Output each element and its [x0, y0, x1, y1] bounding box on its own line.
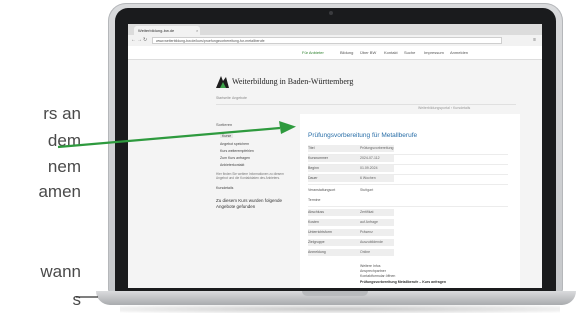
breadcrumb-item[interactable]: Angebote: [232, 96, 247, 100]
divider: [216, 104, 516, 105]
course-title: Prüfungsvorbereitung für Metallberufe: [308, 132, 418, 139]
text-fragment: s: [72, 290, 82, 309]
info-text: Weitere Infos: [360, 264, 381, 268]
sidebar-item[interactable]: Zum Kurs anfragen: [220, 156, 250, 160]
sidebar-heading: Sortieren: [216, 122, 233, 127]
breadcrumb-trail: Weiterbildungsportal › Kursdetails: [418, 106, 471, 110]
sidebar-item[interactable]: Kurse: [220, 134, 234, 138]
detail-row: Anmeldung Online: [308, 249, 508, 257]
detail-row: Kursnummer 2024-07-112: [308, 155, 508, 163]
detail-row: Beginn 01.09.2024: [308, 165, 508, 173]
site-logo-text[interactable]: Weiterbildung in Baden-Württemberg: [232, 77, 353, 86]
menu-icon[interactable]: ≡: [533, 37, 536, 43]
info-text: Ansprechpartner: [360, 269, 386, 273]
url-field[interactable]: www.weiterbildung-bw.de/kurs/pruefungsvo…: [152, 37, 502, 44]
text-fragment: rs an: [43, 104, 81, 123]
course-inquiry-link[interactable]: Prüfungsvorbereitung Metallberufe – Kurs…: [360, 280, 446, 284]
sidebar-item[interactable]: Kurs weiterempfehlen: [220, 149, 254, 153]
sidebar-section-title: Kursdetails: [216, 186, 234, 190]
camera-icon: [329, 11, 333, 15]
laptop-base-notch: [302, 291, 368, 296]
website: Für Anbieter Bildung Über BW Kontakt Suc…: [128, 46, 542, 288]
reload-icon[interactable]: ↻: [143, 37, 147, 43]
text-fragment: wann: [40, 262, 81, 281]
course-details-panel: Prüfungsvorbereitung für Metallberufe Ti…: [300, 114, 520, 288]
sidebar-subheading: Angebote gefunden: [216, 204, 256, 209]
nav-item[interactable]: Suche: [404, 50, 415, 55]
text-fragment: amen: [38, 182, 81, 201]
forward-icon[interactable]: →: [137, 37, 142, 43]
laptop-screen: Weiterbildung-bw.de × ← → ↻ www.weiterbi…: [128, 24, 542, 288]
sidebar-item[interactable]: Angebot speichern: [220, 142, 249, 146]
back-icon[interactable]: ←: [131, 37, 136, 43]
detail-row: Zielgruppe Auszubildende: [308, 239, 508, 247]
cropped-article-text: rs an dem nem amen wann s: [0, 0, 95, 331]
nav-item[interactable]: Über BW: [360, 50, 376, 55]
sidebar-note: Angebot und die Kontaktdaten des Anbiete…: [216, 176, 280, 180]
detail-row: Titel Prüfungsvorbereitung: [308, 145, 394, 152]
detail-row: Abschluss Zertifikat: [308, 209, 508, 217]
browser-tab-bar: Weiterbildung-bw.de ×: [128, 24, 542, 35]
close-tab-icon[interactable]: ×: [196, 28, 198, 33]
sidebar-subheading: Zu diesem Kurs wurden folgende: [216, 198, 283, 203]
sidebar: Sortieren Kurse Angebot speichern Kurs w…: [216, 114, 292, 284]
nav-item[interactable]: Für Anbieter: [302, 50, 324, 55]
nav-item[interactable]: Anmelden: [450, 50, 468, 55]
text-fragment: dem: [47, 131, 81, 150]
detail-row: Kosten auf Anfrage: [308, 219, 508, 227]
site-logo-icon[interactable]: [216, 76, 229, 88]
detail-row: Dauer 6 Wochen: [308, 175, 508, 183]
row-divider: [308, 184, 508, 185]
breadcrumb-item[interactable]: Startseite: [216, 96, 231, 100]
info-link[interactable]: Kontaktformular öffnen: [360, 274, 395, 278]
text-fragment: nem: [47, 157, 81, 176]
row-divider: [308, 206, 508, 207]
laptop-shadow: [120, 305, 560, 313]
top-navigation: Für Anbieter Bildung Über BW Kontakt Suc…: [128, 46, 542, 60]
nav-item[interactable]: Bildung: [340, 50, 353, 55]
sidebar-item[interactable]: Anbieterkontakt: [220, 163, 244, 167]
detail-row: Veranstaltungsort Stuttgart: [308, 188, 374, 192]
detail-row: Unterrichtsform Präsenz: [308, 229, 508, 237]
detail-row: Termine: [308, 198, 321, 202]
nav-item[interactable]: Impressum: [424, 50, 444, 55]
nav-item[interactable]: Kontakt: [384, 50, 398, 55]
browser-tab[interactable]: Weiterbildung-bw.de: [134, 26, 200, 35]
